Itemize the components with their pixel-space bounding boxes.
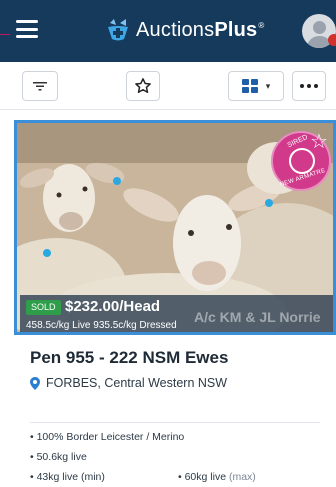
- chevron-down-icon: ▾: [265, 80, 271, 91]
- notification-badge: [328, 34, 336, 46]
- favourite-star-icon[interactable]: ☆: [310, 132, 328, 152]
- grid-view-icon: [241, 79, 258, 93]
- sold-status-badge: SOLD: [26, 300, 61, 315]
- location-pin-icon: [30, 376, 40, 390]
- card-divider: [30, 422, 320, 423]
- filter-icon: [33, 82, 47, 91]
- listing-toolbar: ▾: [0, 62, 336, 110]
- watchlist-button[interactable]: [126, 71, 160, 101]
- logo-mark-icon: [108, 19, 128, 41]
- spec-min-weight: • 43kg live (min): [30, 471, 105, 483]
- view-toggle-button[interactable]: ▾: [228, 71, 284, 101]
- sire-badge-label-top: SIRED: [286, 133, 309, 150]
- auctionsplus-logo[interactable]: AuctionsPlus®: [104, 17, 264, 43]
- sale-price: $232.00/Head: [65, 298, 161, 315]
- app-header: AuctionsPlus®: [0, 0, 336, 62]
- spec-live-weight: • 50.6kg live: [30, 451, 87, 463]
- brand-name: AuctionsPlus®: [136, 18, 265, 41]
- vendor-watermark: A/c KM & JL Norrie: [194, 309, 321, 325]
- spec-max-weight: • 60kg live (max): [178, 471, 256, 483]
- lot-location: FORBES, Central Western NSW: [30, 376, 227, 390]
- spec-breed: • 100% Border Leicester / Merino: [30, 431, 185, 443]
- star-outline-icon: [135, 78, 151, 93]
- lot-title[interactable]: Pen 955 - 222 NSM Ewes: [30, 348, 228, 368]
- price-per-kg: 458.5c/kg Live 935.5c/kg Dressed: [26, 320, 177, 331]
- edge-marker: [0, 34, 10, 35]
- more-dots-icon: [300, 84, 318, 88]
- hamburger-menu-icon[interactable]: [16, 20, 38, 38]
- location-text: FORBES, Central Western NSW: [46, 376, 228, 390]
- lot-photo[interactable]: SIRED NEW ARMATRE ☆ SOLD $232.00/Head 45…: [14, 120, 336, 335]
- lot-card[interactable]: SIRED NEW ARMATRE ☆ SOLD $232.00/Head 45…: [14, 120, 336, 487]
- filter-button[interactable]: [22, 71, 58, 101]
- sale-result-bar: SOLD $232.00/Head 458.5c/kg Live 935.5c/…: [20, 295, 333, 332]
- more-options-button[interactable]: [292, 71, 326, 101]
